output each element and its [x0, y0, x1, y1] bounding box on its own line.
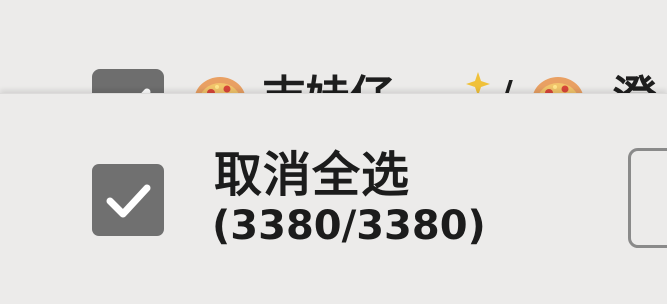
selection-action-bar: 取消全选 (3380/3380) [0, 93, 667, 304]
deselect-all-label: 取消全选 [214, 147, 411, 203]
selection-count: (3380/3380) [212, 203, 486, 249]
select-all-checkbox[interactable] [92, 164, 164, 236]
select-all-toggle[interactable]: 取消全选 (3380/3380) [92, 147, 512, 264]
list-item[interactable]: 吉娃仔 / 澄 [0, 0, 667, 139]
bulk-action-button[interactable] [628, 148, 667, 248]
selection-screen: 吉娃仔 / 澄 取消全选 [0, 0, 667, 304]
checkmark-icon [106, 184, 151, 218]
